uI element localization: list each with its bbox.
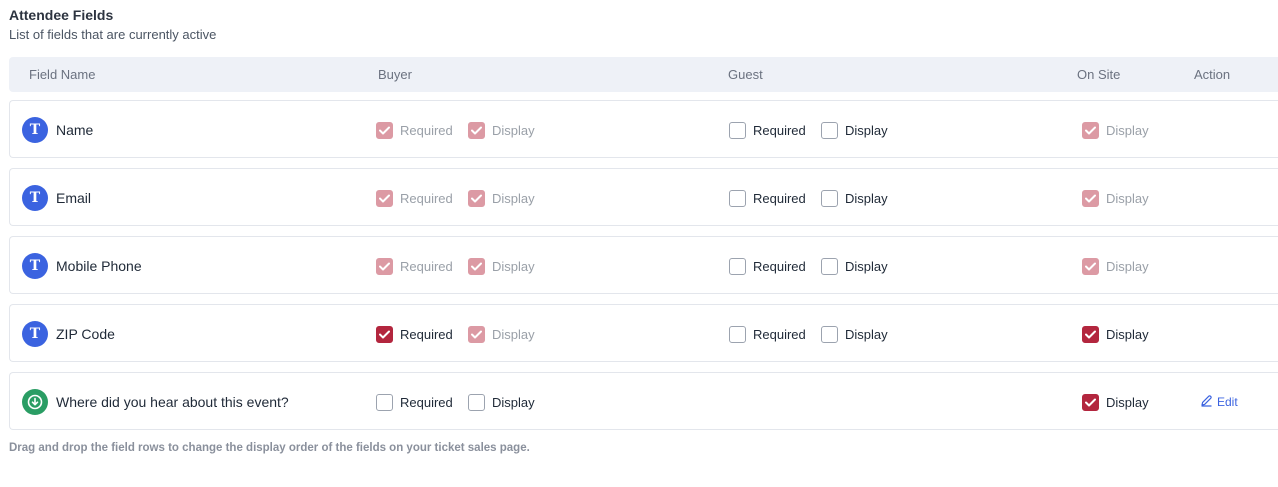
checkbox-checked-disabled xyxy=(468,257,485,275)
guest-display-checkbox[interactable]: Display xyxy=(821,121,888,139)
buyer-required-checkbox[interactable]: Required xyxy=(376,393,453,411)
field-row[interactable]: T Name Required Display Required Display Displ… xyxy=(9,100,1278,158)
field-name: Name xyxy=(56,122,94,138)
checkbox-checked[interactable] xyxy=(1082,325,1099,343)
text-type-icon: T xyxy=(22,253,48,279)
guest-display-checkbox[interactable]: Display xyxy=(821,325,888,343)
checkbox-checked-disabled xyxy=(468,121,485,139)
checkbox-checked-disabled xyxy=(376,189,393,207)
checkbox-label: Display xyxy=(1106,326,1149,342)
buyer-required-checkbox: Required xyxy=(376,121,453,139)
checkbox-label: Required xyxy=(400,326,453,342)
column-header-field-name: Field Name xyxy=(29,67,96,82)
guest-required-checkbox[interactable]: Required xyxy=(729,325,806,343)
buyer-display-checkbox: Display xyxy=(468,325,535,343)
guest-required-checkbox[interactable]: Required xyxy=(729,257,806,275)
checkbox-label: Display xyxy=(1106,394,1149,410)
section-subtitle: List of fields that are currently active xyxy=(9,27,217,42)
checkbox-unchecked[interactable] xyxy=(729,325,746,343)
checkbox-unchecked[interactable] xyxy=(821,257,838,275)
checkbox-checked-disabled xyxy=(468,189,485,207)
checkbox-unchecked[interactable] xyxy=(729,121,746,139)
drag-drop-hint: Drag and drop the field rows to change t… xyxy=(9,442,530,454)
buyer-required-checkbox: Required xyxy=(376,189,453,207)
checkbox-checked-disabled xyxy=(1082,121,1099,139)
checkbox-unchecked[interactable] xyxy=(729,257,746,275)
onsite-display-checkbox: Display xyxy=(1082,189,1149,207)
checkbox-label: Display xyxy=(492,122,535,138)
checkbox-checked-disabled xyxy=(468,325,485,343)
text-type-icon: T xyxy=(22,321,48,347)
checkbox-unchecked[interactable] xyxy=(376,393,393,411)
checkbox-label: Display xyxy=(1106,190,1149,206)
field-row[interactable]: T Mobile Phone Required Display Required Disp… xyxy=(9,236,1278,294)
checkbox-label: Display xyxy=(492,326,535,342)
checkbox-unchecked[interactable] xyxy=(821,121,838,139)
field-row[interactable]: T Email Required Display Required Display Disp… xyxy=(9,168,1278,226)
section-title: Attendee Fields xyxy=(9,7,114,23)
checkbox-label: Required xyxy=(753,326,806,342)
attendee-fields-panel: Attendee Fields List of fields that are … xyxy=(0,0,1278,487)
checkbox-label: Display xyxy=(845,122,888,138)
table-header: Field Name Buyer Guest On Site Action xyxy=(9,57,1278,92)
column-header-action: Action xyxy=(1194,67,1231,82)
checkbox-label: Display xyxy=(492,190,535,206)
checkbox-unchecked[interactable] xyxy=(468,393,485,411)
checkbox-label: Required xyxy=(400,394,453,410)
guest-display-checkbox[interactable]: Display xyxy=(821,189,888,207)
field-name: Where did you hear about this event? xyxy=(56,394,289,410)
buyer-display-checkbox: Display xyxy=(468,189,535,207)
onsite-display-checkbox: Display xyxy=(1082,257,1149,275)
checkbox-label: Display xyxy=(845,190,888,206)
edit-button[interactable]: Edit xyxy=(1200,394,1238,410)
checkbox-checked[interactable] xyxy=(1082,393,1099,411)
checkbox-label: Display xyxy=(1106,122,1149,138)
checkbox-label: Required xyxy=(400,122,453,138)
checkbox-checked-disabled xyxy=(1082,257,1099,275)
dropdown-type-icon xyxy=(22,389,48,415)
column-header-buyer: Buyer xyxy=(378,67,412,82)
checkbox-checked[interactable] xyxy=(376,325,393,343)
checkbox-unchecked[interactable] xyxy=(821,189,838,207)
checkbox-unchecked[interactable] xyxy=(729,189,746,207)
checkbox-label: Display xyxy=(492,394,535,410)
text-type-icon: T xyxy=(22,185,48,211)
guest-required-checkbox[interactable]: Required xyxy=(729,121,806,139)
checkbox-label: Required xyxy=(753,190,806,206)
field-name: Mobile Phone xyxy=(56,258,142,274)
checkbox-checked-disabled xyxy=(1082,189,1099,207)
column-header-guest: Guest xyxy=(728,67,763,82)
pencil-icon xyxy=(1200,394,1213,410)
checkbox-checked-disabled xyxy=(376,121,393,139)
checkbox-label: Required xyxy=(753,122,806,138)
column-header-on-site: On Site xyxy=(1077,67,1121,82)
buyer-display-checkbox: Display xyxy=(468,257,535,275)
field-row[interactable]: T ZIP Code Required Display Required Display D… xyxy=(9,304,1278,362)
edit-label: Edit xyxy=(1217,395,1238,409)
checkbox-label: Required xyxy=(753,258,806,274)
buyer-required-checkbox: Required xyxy=(376,257,453,275)
text-type-icon: T xyxy=(22,117,48,143)
checkbox-label: Display xyxy=(845,326,888,342)
buyer-required-checkbox[interactable]: Required xyxy=(376,325,453,343)
onsite-display-checkbox: Display xyxy=(1082,121,1149,139)
field-name: Email xyxy=(56,190,92,206)
checkbox-unchecked[interactable] xyxy=(821,325,838,343)
guest-required-checkbox[interactable]: Required xyxy=(729,189,806,207)
field-row[interactable]: Where did you hear about this event? Requ… xyxy=(9,372,1278,430)
buyer-display-checkbox: Display xyxy=(468,121,535,139)
checkbox-label: Required xyxy=(400,190,453,206)
onsite-display-checkbox[interactable]: Display xyxy=(1082,393,1149,411)
checkbox-label: Display xyxy=(1106,258,1149,274)
field-name: ZIP Code xyxy=(56,326,115,342)
guest-display-checkbox[interactable]: Display xyxy=(821,257,888,275)
checkbox-label: Display xyxy=(492,258,535,274)
checkbox-label: Required xyxy=(400,258,453,274)
onsite-display-checkbox[interactable]: Display xyxy=(1082,325,1149,343)
buyer-display-checkbox[interactable]: Display xyxy=(468,393,535,411)
checkbox-label: Display xyxy=(845,258,888,274)
checkbox-checked-disabled xyxy=(376,257,393,275)
